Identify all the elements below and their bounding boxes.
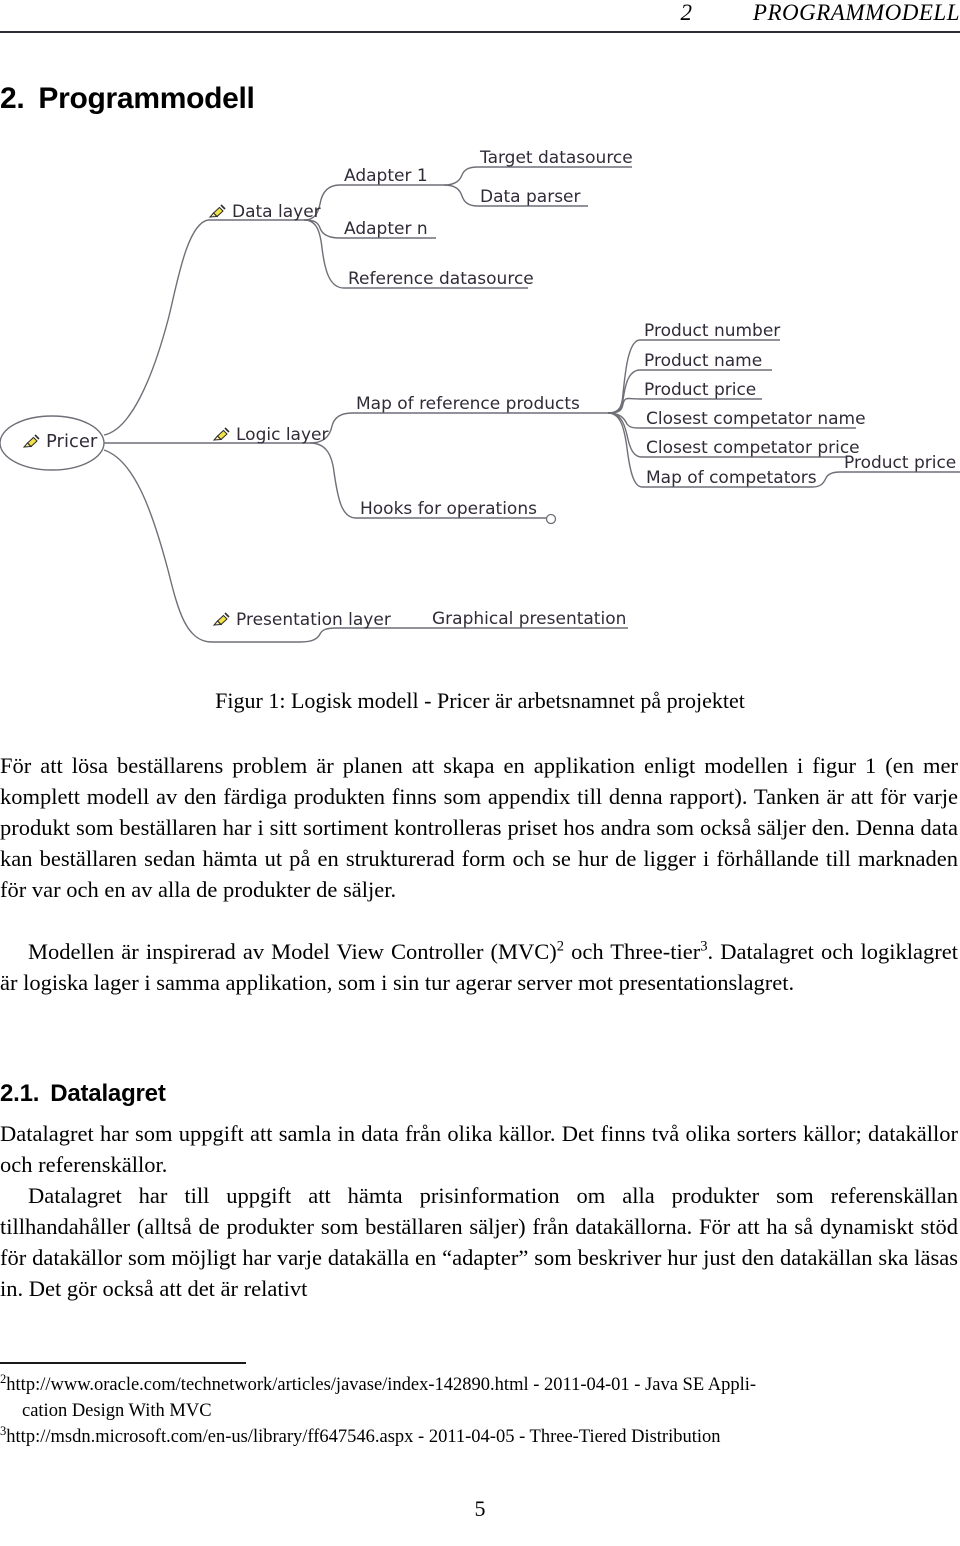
page-number: 5: [474, 1496, 486, 1521]
mindmap-node-label: Logic layer: [236, 425, 329, 445]
mindmap-node-label: Map of reference products: [356, 394, 580, 414]
paragraph-text: Datalagret har som uppgift att samla in …: [0, 1121, 958, 1177]
mindmap-node-label: Reference datasource: [348, 269, 534, 289]
mindmap-node-data-parser[interactable]: Data parser: [480, 189, 581, 206]
subsection-number: 2.1.: [0, 1079, 40, 1107]
figure-mindmap: Pricer Data layer Adapter 1 Target datas…: [0, 130, 960, 690]
footnote-text: http://msdn.microsoft.com/en-us/library/…: [6, 1427, 721, 1447]
mindmap-node-competator-product-price[interactable]: Product price: [844, 455, 956, 472]
mindmap-node-target-datasource[interactable]: Target datasource: [480, 150, 633, 167]
footnotes: 2http://www.oracle.com/technetwork/artic…: [0, 1372, 958, 1450]
section-heading: 2. Programmodell: [0, 82, 255, 116]
mindmap-node-label: Product price: [844, 453, 957, 473]
paragraph-intro: För att lösa beställarens problem är pla…: [0, 750, 958, 905]
mindmap-node-label: Pricer: [46, 431, 98, 452]
footnote-ref-3[interactable]: 3: [700, 939, 707, 955]
mindmap-node-map-of-competators[interactable]: Map of competators: [646, 470, 817, 487]
footnote-item: 2http://www.oracle.com/technetwork/artic…: [0, 1372, 958, 1424]
mindmap-node-label: Product number: [644, 321, 781, 341]
mindmap-node-reference-datasource[interactable]: Reference datasource: [348, 271, 534, 288]
running-head-section-number: 2: [680, 0, 693, 25]
brush-icon: [22, 434, 42, 450]
mindmap-node-label: Closest competator price: [646, 438, 860, 458]
mindmap-node-closest-competator-name[interactable]: Closest competator name: [646, 411, 866, 428]
paragraph-text: Datalagret har till uppgift att hämta pr…: [0, 1183, 958, 1301]
section-number: 2.: [0, 82, 25, 116]
mindmap-node-product-price[interactable]: Product price: [644, 382, 756, 399]
paragraph-text: Modellen är inspirerad av Model View Con…: [0, 936, 958, 998]
mindmap-node-label: Presentation layer: [236, 610, 391, 630]
section-title: Programmodell: [38, 82, 255, 116]
mindmap-node-label: Data layer: [232, 202, 321, 222]
footnote-text: http://www.oracle.com/technetwork/articl…: [6, 1375, 757, 1395]
mindmap-node-label: Graphical presentation: [432, 609, 627, 629]
paragraph-segment-mid: och Three-tier: [564, 939, 701, 964]
mindmap-node-presentation-layer[interactable]: Presentation layer: [212, 612, 391, 629]
header-rule: [0, 31, 960, 33]
brush-icon: [208, 204, 228, 220]
mindmap-node-label: Closest competator name: [646, 409, 866, 429]
paragraph-datalagret: Datalagret har som uppgift att samla in …: [0, 1118, 958, 1304]
mindmap-node-label: Product name: [644, 351, 763, 371]
paragraph-text: För att lösa beställarens problem är pla…: [0, 753, 958, 902]
footnote-text-continued: cation Design With MVC: [22, 1401, 212, 1421]
mindmap-node-label: Map of competators: [646, 468, 817, 488]
mindmap-node-product-number[interactable]: Product number: [644, 323, 780, 340]
mindmap-node-product-name[interactable]: Product name: [644, 353, 762, 370]
paragraph-segment-pre: Modellen är inspirerad av Model View Con…: [28, 939, 557, 964]
mindmap-node-hooks-for-operations[interactable]: Hooks for operations: [360, 501, 537, 518]
mindmap-node-label: Product price: [644, 380, 757, 400]
mindmap-node-label: Adapter n: [344, 219, 428, 239]
mindmap-node-adapter-n[interactable]: Adapter n: [344, 221, 428, 238]
brush-icon: [212, 612, 232, 628]
brush-icon: [212, 427, 232, 443]
mindmap-node-label: Hooks for operations: [360, 499, 537, 519]
subsection-title: Datalagret: [50, 1079, 166, 1107]
mindmap-node-label: Adapter 1: [344, 166, 428, 186]
mindmap-node-graphical-presentation[interactable]: Graphical presentation: [432, 611, 626, 628]
figure-caption: Figur 1: Logisk modell - Pricer är arbet…: [215, 688, 745, 713]
mindmap-node-map-of-reference-products[interactable]: Map of reference products: [356, 396, 580, 413]
subsection-heading: 2.1. Datalagret: [0, 1080, 166, 1108]
running-head: 2 PROGRAMMODELL: [0, 0, 960, 34]
mindmap-node-data-layer[interactable]: Data layer: [208, 204, 321, 221]
mindmap-node-label: Data parser: [480, 187, 581, 207]
mindmap-node-logic-layer[interactable]: Logic layer: [212, 427, 329, 444]
footnote-ref-2[interactable]: 2: [557, 939, 564, 955]
mindmap-node-pricer[interactable]: Pricer: [22, 433, 97, 451]
mindmap-node-label: Target datasource: [480, 148, 633, 168]
running-head-title: PROGRAMMODELL: [752, 0, 960, 25]
mindmap-node-adapter-1[interactable]: Adapter 1: [344, 168, 428, 185]
footnote-item: 3http://msdn.microsoft.com/en-us/library…: [0, 1424, 958, 1450]
footnote-separator-rule: [0, 1362, 246, 1364]
mindmap-node-closest-competator-price[interactable]: Closest competator price: [646, 440, 860, 457]
paragraph-model-inspiration: Modellen är inspirerad av Model View Con…: [0, 936, 958, 998]
